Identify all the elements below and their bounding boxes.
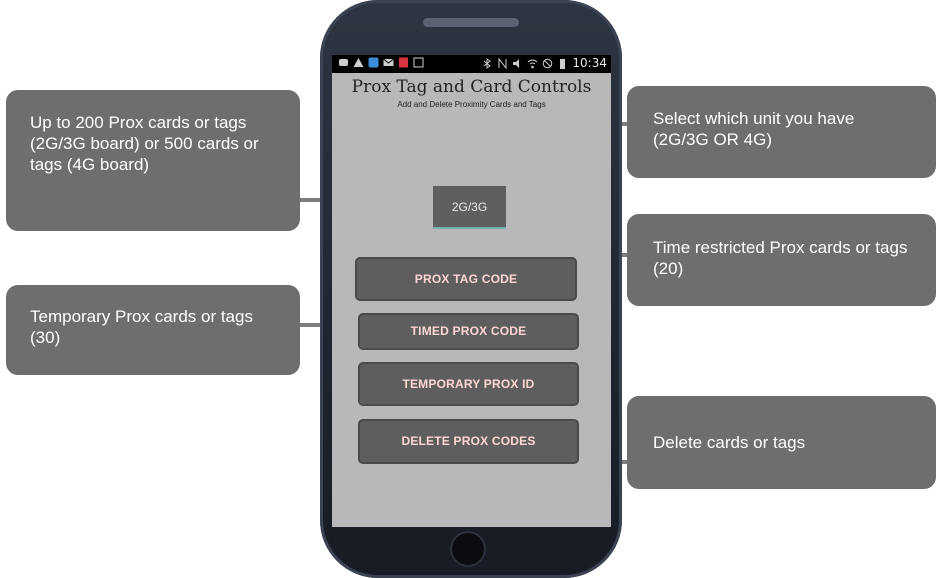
- status-time: 10:34: [572, 56, 607, 70]
- warning-icon: [353, 58, 364, 67]
- speaker-grille: [423, 18, 519, 27]
- bluetooth-icon: [484, 57, 492, 69]
- battery-icon: [560, 58, 566, 69]
- pdf-icon: [399, 57, 408, 68]
- prox-tag-code-button[interactable]: PROX TAG CODE: [355, 257, 577, 301]
- image-icon: [413, 57, 424, 68]
- phone-screen: 10:34 Prox Tag and Card Controls Add and…: [332, 55, 611, 527]
- nfc-icon: [498, 57, 507, 69]
- timed-prox-code-button[interactable]: TIMED PROX CODE: [358, 313, 579, 350]
- phone-body: 10:34 Prox Tag and Card Controls Add and…: [320, 0, 622, 578]
- mail-icon: [383, 58, 394, 66]
- callout-prox-cards: Up to 200 Prox cards or tags (2G/3G boar…: [6, 90, 300, 231]
- status-bar: 10:34: [332, 55, 611, 73]
- message-icon: [339, 59, 348, 66]
- app-icon: [368, 57, 379, 68]
- mute-icon: [513, 58, 520, 68]
- callout-delete: Delete cards or tags: [627, 396, 936, 489]
- blocked-icon: [543, 58, 553, 68]
- unit-selector[interactable]: 2G/3G: [433, 186, 506, 229]
- wifi-icon: [528, 59, 538, 68]
- callout-temporary: Temporary Prox cards or tags (30): [6, 285, 300, 375]
- callout-time-restricted: Time restricted Prox cards or tags (20): [627, 214, 936, 306]
- delete-prox-codes-button[interactable]: DELETE PROX CODES: [358, 419, 579, 464]
- app-title: Prox Tag and Card Controls: [351, 77, 592, 97]
- callout-select-unit: Select which unit you have (2G/3G OR 4G): [627, 86, 936, 178]
- temporary-prox-id-button[interactable]: TEMPORARY PROX ID: [358, 362, 579, 406]
- home-button[interactable]: [452, 533, 484, 565]
- app-subtitle: Add and Delete Proximity Cards and Tags: [397, 100, 546, 109]
